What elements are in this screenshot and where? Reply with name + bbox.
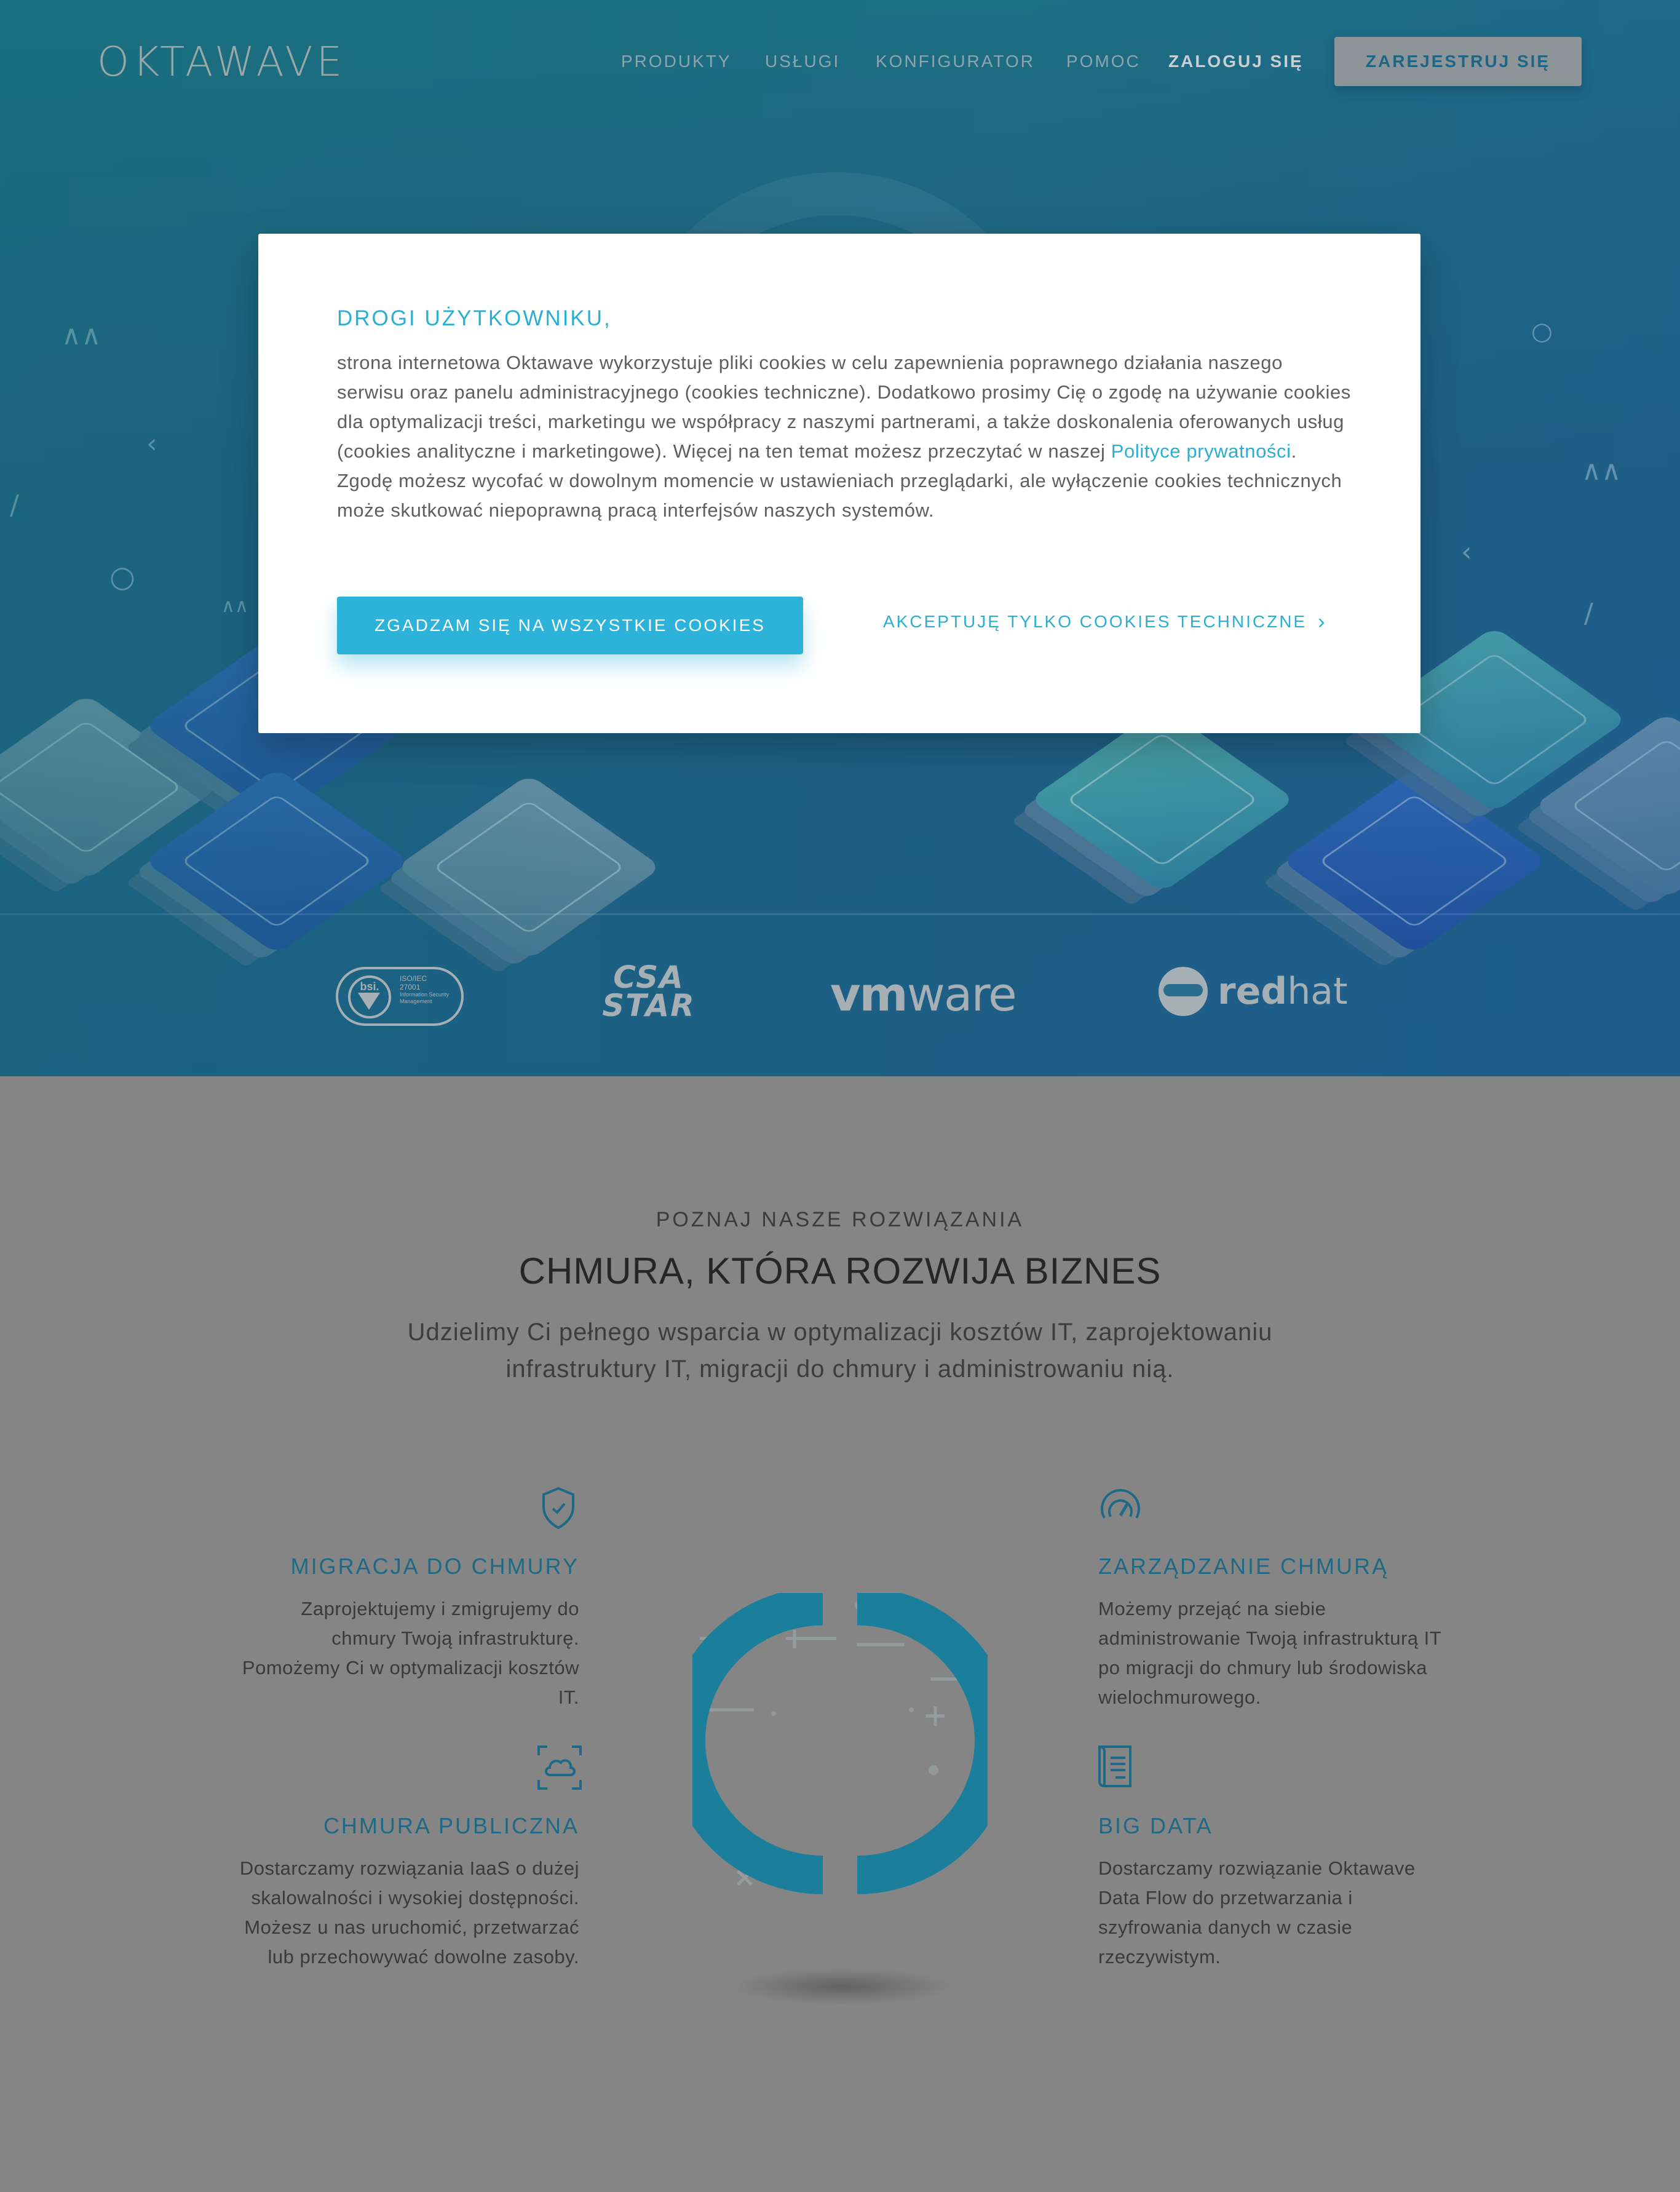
cookie-modal-text: strona internetowa Oktawave wykorzystuje… (337, 352, 1351, 521)
accept-technical-label: AKCEPTUJĘ TYLKO COOKIES TECHNICZNE (883, 612, 1307, 631)
cookie-modal-title: DROGI UŻYTKOWNIKU, (337, 306, 612, 330)
accept-all-cookies-button[interactable]: ZGADZAM SIĘ NA WSZYSTKIE COOKIES (337, 597, 803, 654)
privacy-policy-link[interactable]: Polityce prywatności (1111, 440, 1291, 462)
cookie-consent-modal: DROGI UŻYTKOWNIKU, strona internetowa Ok… (258, 234, 1420, 733)
accept-technical-cookies-button[interactable]: AKCEPTUJĘ TYLKO COOKIES TECHNICZNE › (883, 611, 1326, 632)
chevron-right-icon: › (1318, 610, 1327, 633)
